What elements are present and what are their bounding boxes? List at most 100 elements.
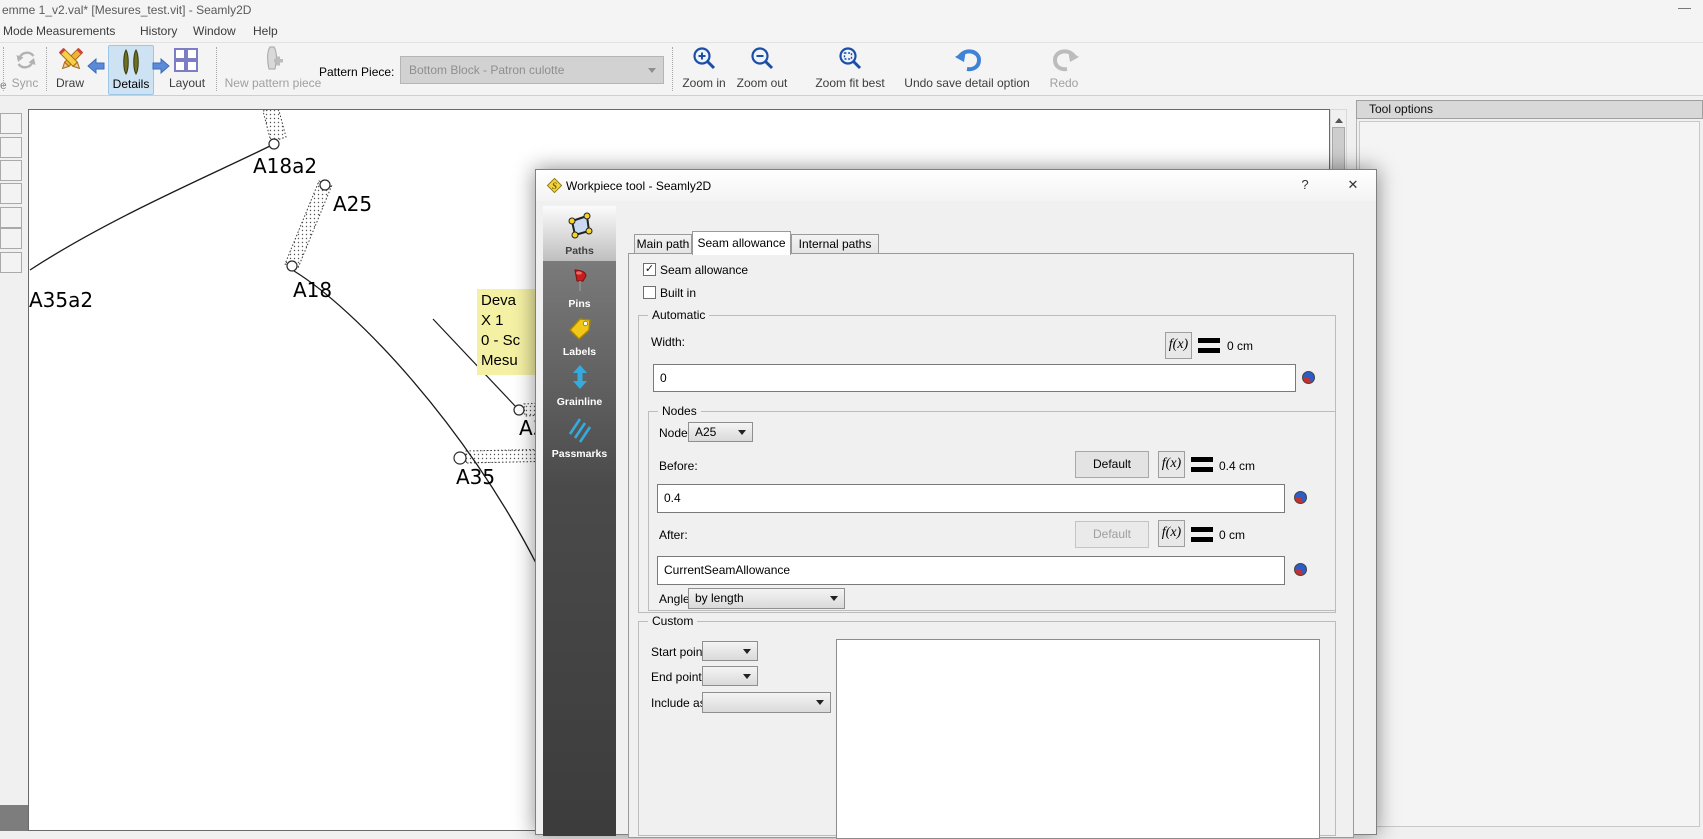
equals-icon	[1191, 457, 1213, 473]
undo-icon[interactable]	[953, 46, 983, 74]
pattern-node	[514, 405, 524, 415]
tool-button-2[interactable]	[0, 137, 22, 158]
width-formula-button[interactable]: f(x)	[1165, 332, 1192, 359]
zoom-fit-best-icon[interactable]	[837, 46, 863, 72]
start-point-label: Start point:	[651, 645, 709, 659]
custom-paths-list[interactable]	[836, 639, 1320, 839]
before-result: 0.4 cm	[1219, 459, 1255, 473]
after-label: After:	[659, 528, 688, 542]
menubar: Mode Measurements History Window Help	[0, 20, 1703, 43]
details-label: Details	[111, 77, 151, 91]
pattern-piece-label: Pattern Piece:	[319, 65, 394, 79]
passmarks-icon	[567, 415, 593, 443]
tool-button-4[interactable]	[0, 183, 22, 204]
after-formula-button[interactable]: f(x)	[1158, 520, 1185, 547]
zoom-out-icon[interactable]	[749, 46, 775, 72]
before-default-button[interactable]: Default	[1075, 451, 1149, 478]
minimize-button[interactable]: —	[1678, 0, 1691, 15]
menu-measurements[interactable]: Measurements	[36, 24, 115, 38]
tab-internal-paths[interactable]: Internal paths	[791, 234, 879, 254]
angle-select[interactable]: by length	[688, 588, 845, 609]
tool-button-7[interactable]	[0, 252, 22, 273]
window-titlebar: emme 1_v2.val* [Mesures_test.vit] - Seam…	[0, 0, 1703, 20]
layout-mode-button[interactable]: Layout	[169, 76, 203, 90]
tag-icon	[567, 315, 593, 341]
sidebar-item-paths[interactable]: Paths	[543, 206, 616, 261]
after-default-button[interactable]: Default	[1075, 521, 1149, 548]
before-input[interactable]: 0.4	[657, 484, 1285, 513]
before-formula-button[interactable]: f(x)	[1158, 451, 1185, 478]
zoom-in-button[interactable]: Zoom in	[680, 76, 728, 90]
point-label: A35a2	[29, 288, 93, 312]
zoom-fit-best-button[interactable]: Zoom fit best	[810, 76, 890, 90]
sidebar-item-labels[interactable]: Labels	[543, 309, 616, 357]
built-in-checkbox-label: Built in	[660, 286, 696, 300]
zoom-out-button[interactable]: Zoom out	[736, 76, 788, 90]
undo-button[interactable]: Undo save detail option	[900, 76, 1034, 90]
include-as-label: Include as:	[651, 696, 709, 710]
sync-button[interactable]: Sync	[11, 76, 39, 90]
before-label: Before:	[659, 459, 698, 473]
redo-icon[interactable]	[1051, 46, 1081, 74]
sidebar-item-pins[interactable]: Pins	[543, 261, 616, 309]
tool-button-6[interactable]	[0, 228, 22, 249]
seam-band	[263, 110, 286, 142]
tool-button-5[interactable]	[0, 207, 22, 228]
layout-grid-icon[interactable]	[173, 47, 199, 73]
seam-allowance-checkbox-label: Seam allowance	[660, 263, 748, 277]
tool-button-1[interactable]	[0, 113, 22, 134]
chevron-down-icon	[830, 596, 838, 601]
scroll-up-button[interactable]	[1331, 110, 1346, 126]
dock-corner-block	[0, 805, 28, 831]
seamly-logo-icon: S	[546, 177, 563, 194]
details-mode-button[interactable]: Details	[108, 45, 154, 95]
pattern-node	[287, 261, 297, 271]
width-label: Width:	[651, 335, 685, 349]
pattern-node	[269, 139, 279, 149]
pattern-piece-select[interactable]: Bottom Block - Patron culotte	[400, 56, 664, 84]
node-label: Node:	[659, 426, 691, 440]
width-input[interactable]: 0	[653, 364, 1296, 392]
menu-help[interactable]: Help	[253, 24, 278, 38]
zoom-in-icon[interactable]	[691, 46, 717, 72]
start-point-select[interactable]	[702, 641, 758, 661]
menu-mode[interactable]: Mode	[3, 24, 33, 38]
tool-options-header: Tool options	[1356, 100, 1703, 119]
tab-seam-allowance[interactable]: Seam allowance	[692, 231, 791, 255]
sync-icon[interactable]	[13, 47, 39, 73]
new-pattern-piece-icon[interactable]	[260, 45, 286, 73]
end-point-select[interactable]	[702, 666, 758, 686]
tab-main-path[interactable]: Main path	[634, 234, 692, 254]
sidebar-item-passmarks[interactable]: Passmarks	[543, 409, 616, 461]
new-pattern-piece-button[interactable]: New pattern piece	[223, 76, 323, 90]
end-point-label: End point:	[651, 670, 705, 684]
node-select[interactable]: A25	[688, 422, 753, 442]
draw-pencils-icon[interactable]	[57, 46, 85, 74]
after-input[interactable]: CurrentSeamAllowance	[657, 556, 1285, 585]
window-title: emme 1_v2.val* [Mesures_test.vit] - Seam…	[2, 3, 251, 17]
node-select-value: A25	[695, 425, 716, 439]
width-grow-icon[interactable]	[1302, 371, 1315, 384]
width-result: 0 cm	[1227, 339, 1253, 353]
before-grow-icon[interactable]	[1294, 491, 1307, 504]
menu-window[interactable]: Window	[193, 24, 236, 38]
dialog-close-button[interactable]: ✕	[1344, 177, 1362, 193]
include-as-select[interactable]	[702, 692, 831, 713]
dialog-help-button[interactable]: ?	[1296, 177, 1314, 192]
tool-button-3[interactable]	[0, 160, 22, 181]
angle-select-value: by length	[695, 591, 744, 605]
arrow-left-icon	[87, 58, 105, 74]
equals-icon	[1191, 527, 1213, 543]
draw-mode-button[interactable]: Draw	[56, 76, 84, 90]
seam-allowance-checkbox[interactable]: ✓	[643, 263, 656, 276]
dialog-titlebar[interactable]: S Workpiece tool - Seamly2D ? ✕	[536, 170, 1376, 201]
built-in-checkbox[interactable]	[643, 286, 656, 299]
sidebar-item-grainline[interactable]: Grainline	[543, 357, 616, 409]
paths-icon	[566, 212, 594, 240]
menu-history[interactable]: History	[140, 24, 177, 38]
workpiece-dialog: S Workpiece tool - Seamly2D ? ✕ Paths Pi…	[535, 169, 1377, 835]
point-label: A18a2	[253, 154, 317, 178]
after-grow-icon[interactable]	[1294, 563, 1307, 576]
redo-button[interactable]: Redo	[1044, 76, 1084, 90]
logo-letter: S	[552, 181, 557, 191]
